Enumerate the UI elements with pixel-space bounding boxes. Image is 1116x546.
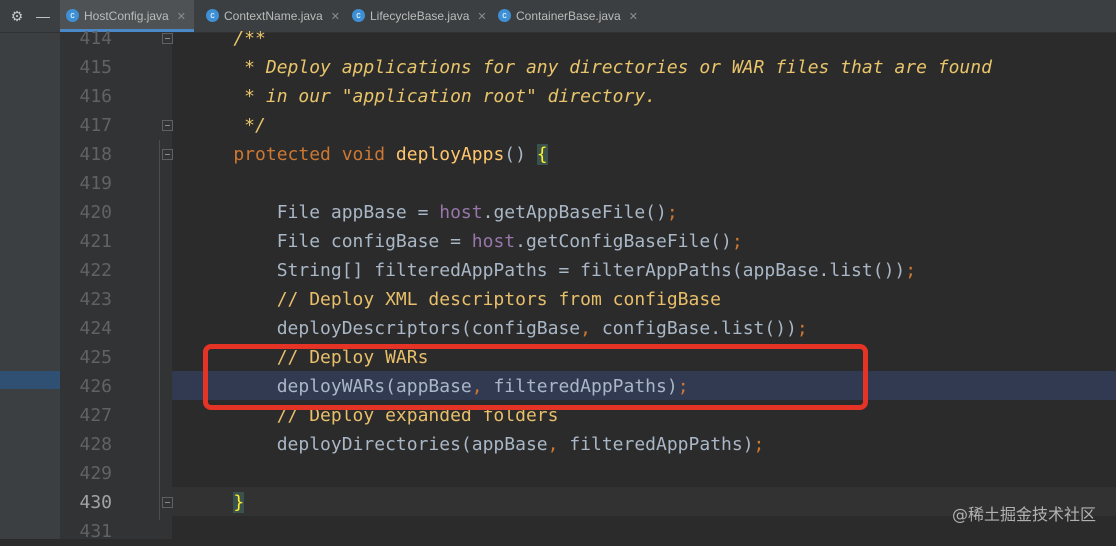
code-token: , — [580, 318, 602, 339]
watermark: @稀土掘金技术社区 — [951, 505, 1096, 524]
code-token: .getAppBaseFile() — [482, 202, 667, 223]
tab-label: ContainerBase.java — [516, 9, 621, 23]
code-line[interactable]: File appBase = host.getAppBaseFile(); — [172, 198, 678, 227]
code-token: File appBase = — [190, 202, 440, 223]
code-line[interactable]: */ — [172, 111, 266, 140]
tab-label: ContextName.java — [224, 9, 323, 23]
project-panel-edge — [0, 33, 60, 539]
line-number: 415 — [79, 57, 112, 78]
code-line[interactable]: protected void deployApps() { — [172, 140, 548, 169]
line-number: 414 — [79, 28, 112, 49]
code-token: host — [471, 231, 516, 252]
code-token: () — [504, 144, 537, 165]
line-number: 430 — [79, 492, 112, 513]
code-token: String[] filteredAppPaths = filterAppPat… — [190, 260, 906, 281]
close-icon[interactable]: ✕ — [177, 11, 186, 23]
code-token: configBase.list()) — [601, 318, 797, 339]
code-token: { — [536, 144, 548, 165]
close-icon[interactable]: ✕ — [629, 11, 638, 23]
line-number: 420 — [79, 202, 112, 223]
code-token: deployDirectories(appBase — [190, 434, 548, 455]
code-token: host — [439, 202, 483, 223]
line-number: 423 — [79, 289, 112, 310]
code-line[interactable]: // Deploy XML descriptors from configBas… — [172, 285, 721, 314]
line-number: 431 — [79, 521, 112, 542]
line-number: 417 — [79, 115, 112, 136]
scope-guide-line — [159, 140, 160, 520]
code-line[interactable]: /** — [172, 24, 266, 53]
java-class-icon: c — [206, 9, 219, 22]
code-line[interactable]: * in our "application root" directory. — [172, 82, 656, 111]
tab-label: HostConfig.java — [84, 9, 169, 23]
line-number: 426 — [79, 376, 112, 397]
java-class-icon: c — [66, 9, 79, 22]
code-token: , — [547, 434, 570, 455]
gear-icon[interactable]: ⚙ — [8, 7, 26, 25]
code-token: */ — [190, 115, 266, 136]
code-line[interactable]: File configBase = host.getConfigBaseFile… — [172, 227, 743, 256]
code-token: deployDescriptors(configBase — [190, 318, 581, 339]
code-line[interactable]: * Deploy applications for any directorie… — [172, 53, 992, 82]
code-token: ; — [796, 318, 808, 339]
line-number: 418 — [79, 144, 112, 165]
code-line[interactable]: deployDescriptors(configBase, configBase… — [172, 314, 808, 343]
code-token: } — [233, 492, 245, 513]
line-number: 429 — [79, 463, 112, 484]
code-token: ; — [753, 434, 765, 455]
code-token: deployApps — [395, 144, 505, 165]
minus-icon[interactable]: — — [34, 7, 52, 25]
code-token: ; — [666, 202, 678, 223]
java-class-icon: c — [352, 9, 365, 22]
tab-label: LifecycleBase.java — [370, 9, 470, 23]
tab-lifecyclebase[interactable]: c LifecycleBase.java ✕ — [346, 0, 495, 32]
code-line[interactable]: String[] filteredAppPaths = filterAppPat… — [172, 256, 916, 285]
java-class-icon: c — [498, 9, 511, 22]
tab-containerbase[interactable]: c ContainerBase.java ✕ — [492, 0, 646, 32]
project-panel-selected-row — [0, 371, 60, 389]
code-token: ; — [731, 231, 743, 252]
line-number: 424 — [79, 318, 112, 339]
code-line[interactable]: } — [172, 488, 245, 517]
code-token: // Deploy XML descriptors from configBas… — [190, 289, 722, 310]
code-line[interactable] — [172, 517, 190, 546]
line-number: 421 — [79, 231, 112, 252]
close-icon[interactable]: ✕ — [477, 11, 486, 23]
code-token: File configBase = — [190, 231, 472, 252]
code-line[interactable] — [172, 459, 190, 488]
line-number: 422 — [79, 260, 112, 281]
code-line[interactable] — [172, 169, 190, 198]
code-token: filteredAppPaths) — [569, 434, 754, 455]
code-token: * in our "application root" directory. — [190, 86, 656, 107]
line-number: 427 — [79, 405, 112, 426]
line-number: 425 — [79, 347, 112, 368]
code-token: protected void — [190, 144, 396, 165]
line-number: 428 — [79, 434, 112, 455]
code-token: /** — [190, 28, 266, 49]
line-number: 416 — [79, 86, 112, 107]
code-token: * Deploy applications for any directorie… — [190, 57, 992, 78]
line-number: 419 — [79, 173, 112, 194]
editor-tab-bar: ⚙ — c HostConfig.java ✕ c ContextName.java ✕ c… — [0, 0, 1116, 33]
code-token: ; — [905, 260, 917, 281]
code-token: .getConfigBaseFile() — [515, 231, 732, 252]
code-line[interactable]: deployDirectories(appBase, filteredAppPa… — [172, 430, 765, 459]
close-icon[interactable]: ✕ — [331, 11, 340, 23]
annotation-highlight-box — [203, 344, 868, 410]
